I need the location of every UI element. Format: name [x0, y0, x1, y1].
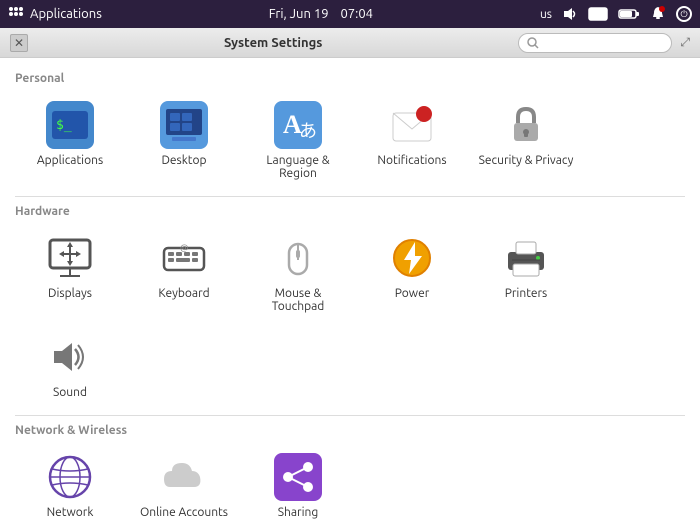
search-input[interactable]	[543, 36, 663, 50]
main-content: Personal $_ Applications	[0, 58, 700, 525]
settings-item-notifications[interactable]: Notifications	[357, 93, 467, 188]
online-accounts-label: Online Accounts	[140, 506, 228, 519]
section-label-personal: Personal	[15, 72, 685, 85]
applications-icon: $_	[46, 101, 94, 149]
desktop-label: Desktop	[161, 154, 206, 167]
search-bar	[518, 33, 672, 53]
divider-hardware	[15, 415, 685, 416]
settings-item-online-accounts[interactable]: Online Accounts	[129, 445, 239, 525]
expand-icon[interactable]: ⤢	[680, 36, 690, 50]
keyboard-icon[interactable]	[588, 7, 608, 21]
settings-item-printers[interactable]: Printers	[471, 226, 581, 321]
mouse-label: Mouse & Touchpad	[247, 287, 349, 313]
section-personal: Personal $_ Applications	[15, 72, 685, 188]
security-icon	[502, 101, 550, 149]
settings-item-power[interactable]: Power	[357, 226, 467, 321]
topbar-date: Fri, Jun 19	[269, 7, 329, 21]
notifications-label: Notifications	[377, 154, 446, 167]
sharing-icon	[274, 453, 322, 501]
notifications-icon	[388, 101, 436, 149]
language-label: Language & Region	[247, 154, 349, 180]
applications-label: Applications	[37, 154, 103, 167]
keyboard-label: Keyboard	[158, 287, 209, 300]
sound-label: Sound	[53, 386, 87, 399]
language-icon: A あ	[274, 101, 322, 149]
section-network: Network & Wireless Network	[15, 424, 685, 525]
battery-icon[interactable]	[618, 8, 640, 20]
power-label: Power	[395, 287, 430, 300]
desktop-icon	[160, 101, 208, 149]
apps-menu-icon[interactable]	[8, 6, 24, 22]
svg-text:@: @	[180, 243, 189, 253]
online-accounts-icon	[160, 453, 208, 501]
section-label-hardware: Hardware	[15, 205, 685, 218]
network-icon	[46, 453, 94, 501]
displays-label: Displays	[48, 287, 92, 300]
topbar-left: Applications	[8, 6, 102, 22]
settings-item-sharing[interactable]: Sharing	[243, 445, 353, 525]
settings-item-applications[interactable]: $_ Applications	[15, 93, 125, 188]
settings-item-language[interactable]: A あ Language & Region	[243, 93, 353, 188]
sound-icon	[46, 333, 94, 381]
topbar-center: Fri, Jun 19 07:04	[102, 7, 540, 21]
notification-icon[interactable]	[650, 6, 666, 22]
personal-grid: $_ Applications	[15, 93, 685, 188]
settings-item-sound[interactable]: Sound	[15, 325, 125, 407]
security-label: Security & Privacy	[479, 154, 574, 167]
topbar-lang[interactable]: us	[540, 8, 552, 21]
power-icon	[388, 234, 436, 282]
hardware-grid: Displays @	[15, 226, 685, 407]
settings-item-security[interactable]: Security & Privacy	[471, 93, 581, 188]
svg-text:あ: あ	[299, 121, 317, 141]
settings-item-displays[interactable]: Displays	[15, 226, 125, 321]
printers-label: Printers	[505, 287, 548, 300]
settings-item-keyboard[interactable]: @ Keyboard	[129, 226, 239, 321]
settings-item-network[interactable]: Network	[15, 445, 125, 525]
mouse-icon	[274, 234, 322, 282]
topbar-time: 07:04	[340, 7, 373, 21]
search-icon	[527, 37, 539, 49]
printers-icon	[502, 234, 550, 282]
keyboard-icon: @	[160, 234, 208, 282]
section-hardware: Hardware	[15, 205, 685, 407]
close-button[interactable]: ✕	[10, 34, 28, 52]
topbar-app-label[interactable]: Applications	[30, 7, 102, 21]
settings-item-desktop[interactable]: Desktop	[129, 93, 239, 188]
topbar: Applications Fri, Jun 19 07:04 us	[0, 0, 700, 28]
power-button[interactable]: ⏻	[676, 6, 692, 22]
window-title: System Settings	[28, 36, 518, 50]
volume-icon[interactable]	[562, 6, 578, 22]
divider-personal	[15, 196, 685, 197]
window-chrome: ✕ System Settings ⤢	[0, 28, 700, 58]
displays-icon	[46, 234, 94, 282]
section-label-network: Network & Wireless	[15, 424, 685, 437]
network-label: Network	[47, 506, 94, 519]
topbar-right: us ⏻	[540, 6, 692, 22]
svg-text:$_: $_	[56, 118, 72, 133]
sharing-label: Sharing	[278, 506, 319, 519]
network-grid: Network Online Accounts	[15, 445, 685, 525]
settings-item-mouse[interactable]: Mouse & Touchpad	[243, 226, 353, 321]
